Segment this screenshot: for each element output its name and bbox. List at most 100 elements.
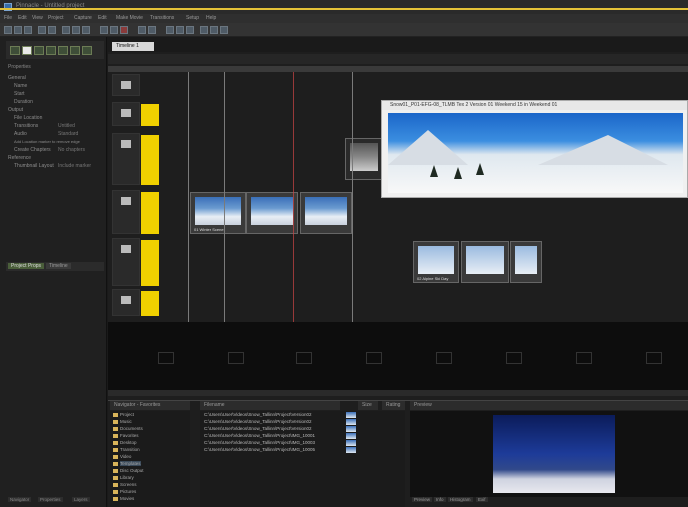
empty-slot[interactable] — [506, 352, 522, 364]
track-header[interactable] — [112, 190, 140, 234]
undo-icon[interactable] — [38, 26, 46, 34]
prop-value[interactable]: No chapters — [58, 147, 85, 153]
clip-icon[interactable] — [34, 46, 44, 55]
track-header[interactable] — [112, 74, 140, 96]
menu-transitions[interactable]: Transitions — [150, 15, 174, 21]
clip-thumbnail[interactable]: 01 Winter Scene — [190, 192, 246, 234]
effects-icon[interactable] — [70, 46, 80, 55]
folder-item[interactable]: Documents — [120, 426, 143, 431]
file-row[interactable]: C:\Users\User\Videos\Snow_Tallinn\Projec… — [204, 440, 315, 445]
folder-item[interactable]: Movies — [120, 496, 134, 501]
export-icon[interactable] — [210, 26, 218, 34]
tab-layers[interactable]: Layers — [72, 497, 90, 502]
mountain-shape — [538, 135, 668, 165]
menu-setup[interactable]: Setup — [186, 15, 199, 21]
menu-file[interactable]: File — [4, 15, 12, 21]
prop-label: Thumbnail Layout — [14, 163, 54, 169]
folder-item[interactable]: Disc Output — [120, 468, 144, 473]
save-icon[interactable] — [24, 26, 32, 34]
fit-icon[interactable] — [186, 26, 194, 34]
menu-edit-2[interactable]: Edit — [98, 15, 107, 21]
file-column-header[interactable]: Filename — [200, 401, 340, 410]
track-header[interactable] — [112, 238, 140, 286]
empty-slot[interactable] — [158, 352, 174, 364]
folder-item[interactable]: Transition — [120, 447, 140, 452]
folder-item[interactable]: Project — [120, 412, 134, 417]
file-row[interactable]: C:\Users\User\Videos\Snow_Tallinn\Projec… — [204, 419, 311, 424]
folder-item[interactable]: Video — [120, 454, 131, 459]
tab-properties[interactable]: Properties — [38, 497, 63, 502]
tab-histogram[interactable]: Histogram — [448, 497, 473, 502]
zoom-in-icon[interactable] — [166, 26, 174, 34]
stop-icon[interactable] — [120, 26, 128, 34]
tab-timeline[interactable]: Timeline — [46, 263, 71, 269]
folder-icon[interactable] — [46, 46, 56, 55]
prop-value[interactable]: Include marker — [58, 163, 91, 169]
menu-help[interactable]: Help — [206, 15, 216, 21]
menu-view[interactable]: View — [32, 15, 43, 21]
select-icon[interactable] — [22, 46, 32, 55]
folder-item[interactable]: Screens — [120, 482, 137, 487]
file-row[interactable]: C:\Users\User\Videos\Snow_Tallinn\Projec… — [204, 412, 311, 417]
split-icon[interactable] — [138, 26, 146, 34]
menu-project[interactable]: Project — [48, 15, 64, 21]
tab-navigator[interactable]: Navigator — [8, 497, 32, 502]
empty-slot[interactable] — [228, 352, 244, 364]
file-row[interactable]: C:\Users\User\Videos\Snow_Tallinn\Projec… — [204, 426, 311, 431]
text-icon[interactable] — [82, 46, 92, 55]
clip-thumbnail[interactable]: 02 Alpine Ski Day — [413, 241, 459, 283]
empty-slot[interactable] — [576, 352, 592, 364]
zoom-out-icon[interactable] — [176, 26, 184, 34]
track-header[interactable] — [112, 133, 140, 185]
clip-thumbnail[interactable] — [246, 192, 298, 234]
clip-thumbnail[interactable] — [300, 192, 352, 234]
new-icon[interactable] — [4, 26, 12, 34]
tab-preview[interactable]: Preview — [412, 497, 433, 502]
prop-value[interactable]: Untitled — [58, 123, 75, 129]
copy-icon[interactable] — [72, 26, 80, 34]
timeline-ruler[interactable] — [108, 66, 688, 72]
folder-item[interactable]: Pictures — [120, 489, 136, 494]
menu-make-movie[interactable]: Make Movie — [116, 15, 143, 21]
menu-edit[interactable]: Edit — [18, 15, 27, 21]
settings-icon[interactable] — [220, 26, 228, 34]
empty-slot[interactable] — [646, 352, 662, 364]
rating-column-header[interactable]: Rating — [382, 401, 405, 410]
folder-item[interactable]: Music — [120, 419, 132, 424]
folder-icon — [113, 476, 118, 480]
layer-icon[interactable] — [58, 46, 68, 55]
folder-item[interactable]: Library — [120, 475, 134, 480]
tab-info[interactable]: Info — [434, 497, 446, 502]
record-icon[interactable] — [100, 26, 108, 34]
tab-project-props[interactable]: Project Props — [8, 263, 45, 269]
empty-slot[interactable] — [366, 352, 382, 364]
cut-icon[interactable] — [62, 26, 70, 34]
folder-item-selected[interactable]: Templates — [120, 461, 141, 466]
clip-thumbnail[interactable] — [510, 241, 542, 283]
grid-icon[interactable] — [10, 46, 20, 55]
empty-slot[interactable] — [296, 352, 312, 364]
folder-item[interactable]: Desktop — [120, 440, 137, 445]
clip-thumbnail[interactable] — [461, 241, 509, 283]
play-icon[interactable] — [110, 26, 118, 34]
paste-icon[interactable] — [82, 26, 90, 34]
tab-exif[interactable]: Exif — [476, 497, 488, 502]
clip-thumbnail[interactable] — [345, 138, 383, 180]
menu-capture[interactable]: Capture — [74, 15, 92, 21]
folder-item[interactable]: Favorites — [120, 433, 139, 438]
empty-slot[interactable] — [436, 352, 452, 364]
horizontal-scrollbar[interactable] — [108, 390, 688, 396]
tab-timeline-1[interactable]: Timeline 1 — [112, 42, 154, 51]
file-row[interactable]: C:\Users\User\Videos\Snow_Tallinn\Projec… — [204, 433, 315, 438]
open-icon[interactable] — [14, 26, 22, 34]
track-header[interactable] — [112, 289, 140, 316]
size-column-header[interactable]: Size — [358, 401, 378, 410]
redo-icon[interactable] — [48, 26, 56, 34]
prop-value[interactable]: Standard — [58, 131, 78, 137]
prop-label: Start — [14, 91, 25, 97]
trim-icon[interactable] — [148, 26, 156, 34]
file-row[interactable]: C:\Users\User\Videos\Snow_Tallinn\Projec… — [204, 447, 315, 452]
prop-checkbox[interactable]: Add Location marker to remove edge — [14, 139, 80, 144]
track-header[interactable] — [112, 102, 140, 126]
render-icon[interactable] — [200, 26, 208, 34]
